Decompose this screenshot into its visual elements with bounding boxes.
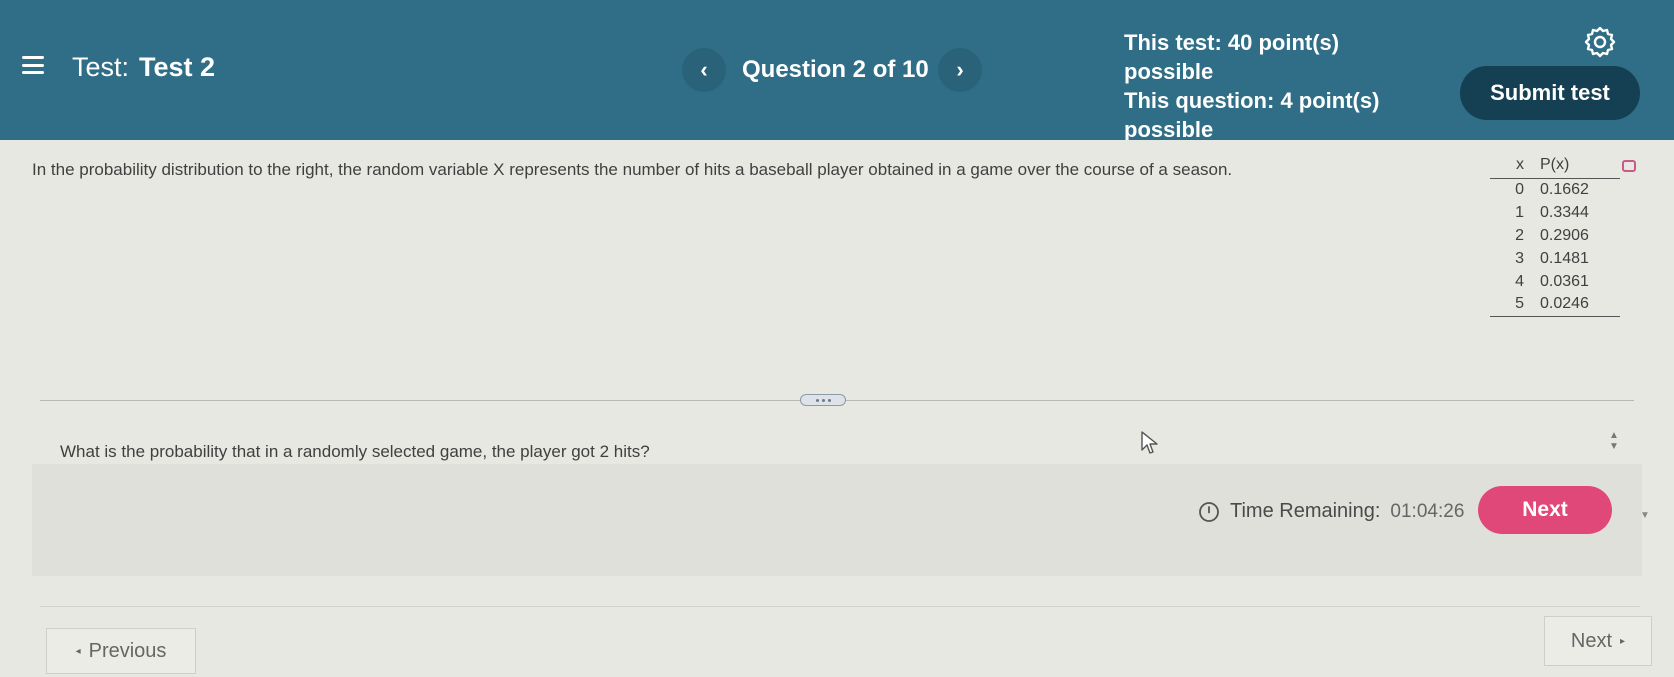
cell-x: 1	[1515, 203, 1524, 221]
next-question-button[interactable]: ›	[938, 48, 982, 92]
test-name: Test 2	[139, 52, 216, 82]
footer-divider	[40, 606, 1640, 607]
test-points: This test: 40 point(s) possible	[1124, 30, 1340, 84]
table-header-row: x P(x)	[1490, 154, 1620, 178]
triangle-left-icon: ◂	[75, 645, 81, 657]
question-counter: Question 2 of 10	[742, 56, 929, 83]
table-row: 2 0.2906	[1490, 224, 1620, 247]
table-row: 1 0.3344	[1490, 201, 1620, 224]
hamburger-menu-icon[interactable]	[22, 56, 44, 74]
time-label: Time Remaining:	[1230, 500, 1381, 522]
points-info: This test: 40 point(s) possible This que…	[1124, 28, 1414, 144]
next-button[interactable]: Next	[1478, 486, 1612, 534]
column-header-px: P(x)	[1540, 155, 1570, 173]
triangle-right-icon: ▸	[1620, 635, 1626, 647]
next-bottom-button[interactable]: Next ▸	[1544, 616, 1652, 666]
column-header-x: x	[1516, 155, 1524, 173]
test-header: Test: Test 2 ‹ Question 2 of 10 › This te…	[0, 0, 1674, 142]
probability-distribution-table: x P(x) 0 0.1662 1 0.3344 2 0.2906 3 0.14…	[1490, 154, 1620, 317]
cell-x: 3	[1515, 249, 1524, 267]
previous-bottom-button[interactable]: ◂ Previous	[46, 628, 196, 674]
gear-icon[interactable]	[1584, 26, 1616, 58]
test-title: Test: Test 2	[72, 52, 215, 83]
table-row: 3 0.1481	[1490, 247, 1620, 270]
cell-px: 0.0246	[1540, 295, 1589, 313]
cell-px: 0.0361	[1540, 272, 1589, 290]
cell-x: 4	[1515, 272, 1524, 290]
cell-x: 0	[1515, 180, 1524, 198]
question-content: In the probability distribution to the r…	[0, 140, 1674, 677]
table-row: 5 0.0246	[1490, 293, 1620, 316]
cell-x: 2	[1515, 226, 1524, 244]
clock-icon	[1199, 501, 1219, 522]
question-text: What is the probability that in a random…	[60, 442, 650, 461]
cell-px: 0.1662	[1540, 180, 1589, 198]
question-points: This question: 4 point(s) possible	[1124, 88, 1380, 142]
table-row: 4 0.0361	[1490, 270, 1620, 293]
cell-px: 0.3344	[1540, 203, 1589, 221]
cell-px: 0.2906	[1540, 226, 1589, 244]
chevron-down-icon: ▼	[1640, 510, 1650, 521]
problem-prompt: In the probability distribution to the r…	[32, 160, 1233, 179]
test-title-prefix: Test:	[72, 52, 130, 82]
divider-drag-handle[interactable]	[800, 394, 846, 406]
next-bottom-label: Next	[1570, 629, 1613, 652]
cell-px: 0.1481	[1540, 249, 1589, 267]
cell-x: 5	[1515, 295, 1524, 313]
time-remaining: Time Remaining: 01:04:26	[1198, 500, 1464, 523]
previous-bottom-label: Previous	[88, 639, 167, 662]
previous-question-button[interactable]: ‹	[682, 48, 726, 92]
chevron-right-icon: ›	[956, 57, 964, 82]
time-value: 01:04:26	[1390, 500, 1465, 522]
table-row: 0 0.1662	[1490, 178, 1620, 201]
chevron-left-icon: ‹	[700, 57, 708, 82]
mouse-cursor-icon	[1141, 431, 1158, 454]
copy-table-icon[interactable]	[1622, 160, 1636, 172]
submit-test-button[interactable]: Submit test	[1460, 66, 1640, 120]
scroll-arrows-icon[interactable]: ▲ ▼	[1606, 430, 1622, 456]
